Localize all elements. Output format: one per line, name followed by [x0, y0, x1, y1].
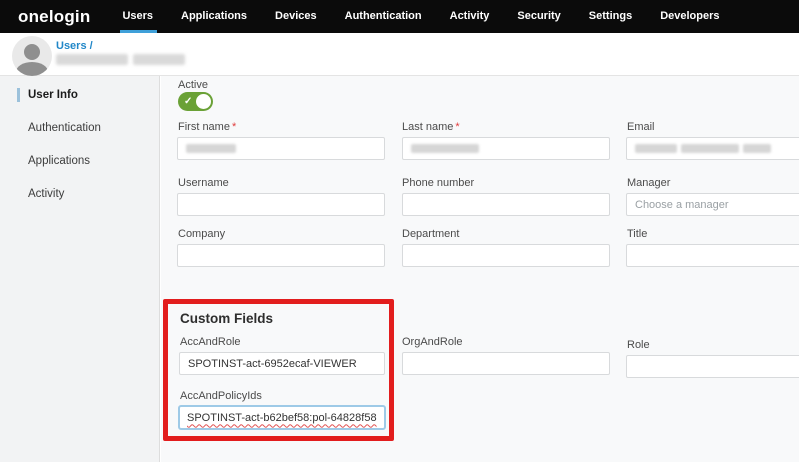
- acc-and-policy-ids-label: AccAndPolicyIds: [180, 390, 262, 402]
- nav-tab-users[interactable]: Users: [121, 0, 154, 33]
- role-input[interactable]: [626, 355, 799, 378]
- title-label: Title: [627, 228, 647, 240]
- toggle-knob: [196, 94, 211, 109]
- breadcrumb[interactable]: Users /: [56, 40, 93, 52]
- last-name-label: Last name*: [402, 121, 460, 133]
- org-and-role-label: OrgAndRole: [402, 336, 463, 348]
- username-label: Username: [178, 177, 229, 189]
- nav-tab-activity[interactable]: Activity: [449, 0, 491, 33]
- check-icon: ✓: [184, 95, 192, 108]
- nav-tab-settings[interactable]: Settings: [588, 0, 633, 33]
- title-input[interactable]: [626, 244, 799, 267]
- nav-items: Users Applications Devices Authenticatio…: [121, 0, 720, 33]
- user-header: Users /: [0, 33, 799, 76]
- top-nav: onelogin Users Applications Devices Auth…: [0, 0, 799, 33]
- manager-input[interactable]: [626, 193, 799, 216]
- company-label: Company: [178, 228, 225, 240]
- active-label: Active: [178, 79, 208, 91]
- nav-tab-security[interactable]: Security: [516, 0, 561, 33]
- onelogin-logo: onelogin: [18, 0, 90, 33]
- department-label: Department: [402, 228, 459, 240]
- sidebar-item-applications[interactable]: Applications: [0, 147, 159, 175]
- last-name-field[interactable]: [402, 137, 610, 160]
- sidebar-item-activity[interactable]: Activity: [0, 180, 159, 208]
- onelogin-admin-page: onelogin Users Applications Devices Auth…: [0, 0, 799, 462]
- user-name-redacted: [56, 54, 185, 65]
- username-input[interactable]: [177, 193, 385, 216]
- role-label: Role: [627, 339, 650, 351]
- acc-and-role-label: AccAndRole: [180, 336, 241, 348]
- company-input[interactable]: [177, 244, 385, 267]
- phone-number-input[interactable]: [402, 193, 610, 216]
- email-field[interactable]: [626, 137, 799, 160]
- org-and-role-input[interactable]: [402, 352, 610, 375]
- user-avatar-icon: [12, 36, 52, 76]
- required-asterisk: *: [455, 121, 459, 133]
- phone-number-label: Phone number: [402, 177, 474, 189]
- first-name-field[interactable]: [177, 137, 385, 160]
- nav-tab-developers[interactable]: Developers: [659, 0, 720, 33]
- sidebar-item-authentication[interactable]: Authentication: [0, 114, 159, 142]
- active-toggle[interactable]: ✓: [178, 92, 213, 111]
- nav-tab-authentication[interactable]: Authentication: [344, 0, 423, 33]
- acc-and-role-input[interactable]: [179, 352, 385, 375]
- nav-tab-devices[interactable]: Devices: [274, 0, 318, 33]
- first-name-label: First name*: [178, 121, 236, 133]
- acc-and-policy-ids-input[interactable]: SPOTINST-act-b62bef58:pol-64828f58: [178, 405, 386, 430]
- nav-tab-applications[interactable]: Applications: [180, 0, 248, 33]
- email-label: Email: [627, 121, 655, 133]
- required-asterisk: *: [232, 121, 236, 133]
- sidebar-item-user-info[interactable]: User Info: [0, 81, 159, 109]
- department-input[interactable]: [402, 244, 610, 267]
- manager-label: Manager: [627, 177, 670, 189]
- active-indicator-bar: [17, 88, 20, 102]
- custom-fields-heading: Custom Fields: [180, 311, 273, 326]
- sidebar: User Info Authentication Applications Ac…: [0, 76, 160, 462]
